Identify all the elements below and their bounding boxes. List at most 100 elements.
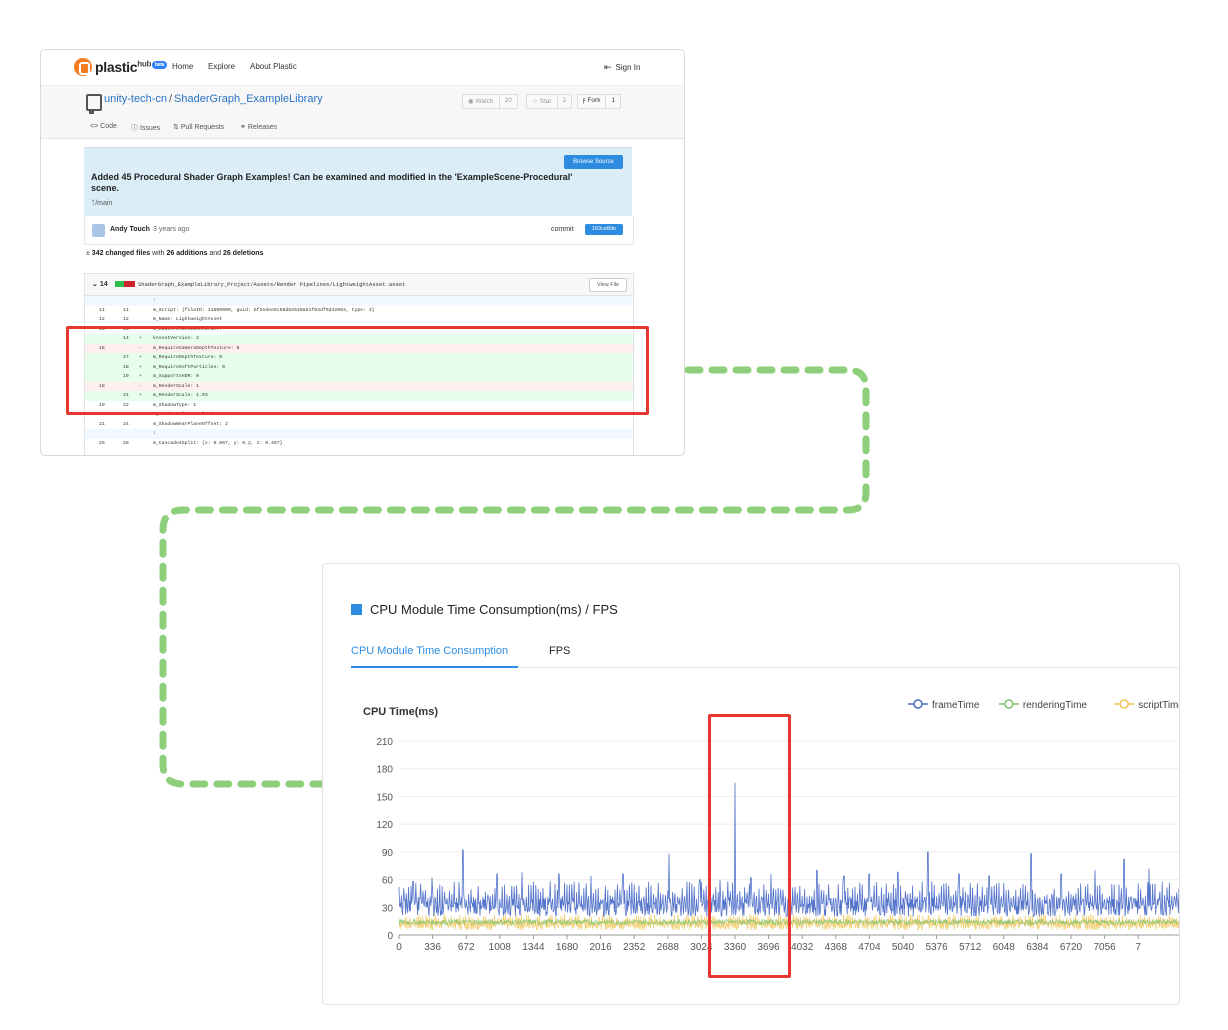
star-icon: ☆ [532, 98, 538, 105]
legend-label: frameTime [932, 700, 980, 711]
repo-path: unity-tech-cn / ShaderGraph_ExampleLibrary [104, 93, 323, 105]
x-tick-label: 2016 [589, 942, 612, 953]
changed-files-count: 342 changed files [91, 250, 151, 257]
commit-label: commit [551, 226, 574, 233]
watch-button[interactable]: ◉ Watch 20 [462, 94, 518, 109]
repo-owner-link[interactable]: unity-tech-cn [104, 93, 167, 105]
diff-line: 21 24 m_ShadowNearPlaneOffset: 2 [85, 419, 633, 429]
author-name[interactable]: Andy Touch [110, 226, 150, 233]
sign-in-link[interactable]: ⇤ Sign In [604, 62, 640, 73]
y-tick-label: 150 [376, 792, 393, 803]
commit-author-row: Andy Touch 3 years ago commit 163ce8de [84, 216, 634, 245]
x-tick-label: 7 [1135, 942, 1141, 953]
sign-in-icon: ⇤ [604, 62, 612, 72]
repo-header: unity-tech-cn / ShaderGraph_ExampleLibrary… [41, 86, 684, 139]
legend-marker [913, 699, 923, 709]
pull-request-icon: ⇅ [173, 124, 179, 131]
tab-releases[interactable]: ⚭ Releases [240, 123, 277, 131]
legend-item-renderingTime: renderingTime [998, 699, 1087, 711]
deletions-count: 26 deletions [222, 250, 264, 257]
fork-count: 1 [611, 97, 616, 104]
chevron-down-icon: ⌄ [92, 281, 98, 288]
x-tick-label: 6720 [1060, 942, 1083, 953]
diff-line: 25 28 m_Cascade4Split: {x: 0.067, y: 0.2, … [85, 438, 633, 448]
nav-home[interactable]: Home [172, 62, 193, 71]
watch-count: 20 [504, 97, 512, 104]
y-tick-label: 90 [382, 848, 394, 859]
old-line-number: 21 [99, 421, 105, 427]
tab-code[interactable]: <> Code [90, 123, 117, 130]
y-tick-label: 0 [387, 931, 393, 942]
diff-code: m_ShadowNearPlaneOffset: 2 [153, 421, 228, 427]
tab-pull-requests[interactable]: ⇅ Pull Requests [173, 123, 224, 131]
x-tick-label: 1344 [522, 942, 545, 953]
diff-code: m_Script: {fileID: 11500000, guid: bf2ed… [153, 307, 375, 313]
title-marker-icon [351, 604, 362, 615]
plastichub-logo[interactable]: plastichub beta [74, 56, 168, 78]
diff-stat-bar [115, 281, 135, 287]
eye-icon: ◉ [468, 98, 474, 105]
repository-icon [86, 94, 102, 114]
chart-legend: frameTime renderingTime scriptTime [908, 699, 1179, 711]
y-tick-label: 180 [376, 765, 393, 776]
x-tick-label: 2688 [657, 942, 680, 953]
tab-fps[interactable]: FPS [549, 645, 570, 657]
legend-marker [1004, 699, 1014, 709]
star-button[interactable]: ☆ Star 2 [526, 94, 573, 109]
file-change-count[interactable]: ⌄ 14 [92, 280, 108, 288]
new-line-number: 12 [123, 317, 129, 322]
fork-icon: ϝ [583, 97, 586, 104]
repo-name-link[interactable]: ShaderGraph_ExampleLibrary [174, 93, 323, 105]
diff-line: 12 12 m_Name: LightweightAsset [85, 315, 633, 325]
y-tick-label: 210 [376, 737, 393, 748]
new-line-number: 24 [123, 421, 129, 427]
x-tick-label: 5376 [925, 942, 948, 953]
y-tick-label: 120 [376, 820, 393, 831]
nav-about-plastic[interactable]: About Plastic [250, 62, 297, 71]
top-navbar: plastichub beta Home Explore About Plasti… [41, 50, 684, 86]
panel-title: CPU Module Time Consumption(ms) / FPS [370, 602, 618, 617]
active-tab-indicator [351, 666, 518, 668]
legend-item-scriptTime: scriptTime [1114, 699, 1179, 711]
new-line-number: 11 [123, 307, 129, 313]
diff-hunk-expander[interactable]: ↑ [85, 296, 633, 306]
x-tick-label: 1008 [489, 942, 512, 953]
tab-cpu-time[interactable]: CPU Module Time Consumption [351, 645, 508, 657]
view-file-button[interactable]: View File [589, 278, 627, 292]
spike-highlight-box [708, 714, 791, 978]
changed-files-summary: ± 342 changed files with 26 additions an… [86, 250, 264, 257]
y-tick-label: 30 [382, 903, 394, 914]
x-tick-label: 5040 [892, 942, 915, 953]
x-tick-label: 672 [458, 942, 475, 953]
plus-minus-icon: ± [86, 250, 90, 257]
diff-hunk-expander[interactable]: ↕ [85, 429, 633, 439]
file-diff-header: ⌄ 14 ShaderGraph_ExampleLibrary_Project/… [85, 274, 633, 296]
x-tick-label: 4368 [825, 942, 848, 953]
x-tick-label: 4032 [791, 942, 814, 953]
commit-hash-badge[interactable]: 163ce8de [585, 224, 623, 235]
plastic-logo-icon [74, 58, 92, 76]
old-line-number: 11 [99, 307, 105, 313]
y-axis-label: CPU Time(ms) [363, 706, 438, 718]
browse-source-button[interactable]: Browse Source [564, 155, 623, 169]
legend-marker [1119, 699, 1129, 709]
x-tick-label: 5712 [959, 942, 982, 953]
fork-button[interactable]: ϝ Fork 1 [577, 94, 622, 109]
additions-count: 26 additions [166, 250, 208, 257]
old-line-number: 25 [99, 440, 105, 446]
brand-name: plastichub beta [95, 59, 168, 75]
panel-title-row: CPU Module Time Consumption(ms) / FPS [351, 602, 618, 617]
x-tick-label: 2352 [623, 942, 646, 953]
x-tick-label: 6048 [993, 942, 1016, 953]
code-icon: <> [90, 123, 99, 130]
diff-highlight-box [66, 326, 649, 415]
nav-explore[interactable]: Explore [208, 62, 235, 71]
diff-code: m_Name: LightweightAsset [153, 317, 223, 322]
x-tick-label: 0 [396, 942, 402, 953]
commit-summary: Browse Source Added 45 Procedural Shader… [84, 147, 632, 216]
tab-issues[interactable]: ⓘ Issues [131, 123, 160, 133]
file-path: ShaderGraph_ExampleLibrary_Project/Asset… [138, 281, 406, 288]
old-line-number: 12 [99, 317, 105, 322]
commit-message: Added 45 Procedural Shader Graph Example… [91, 172, 573, 193]
x-tick-label: 1680 [556, 942, 579, 953]
